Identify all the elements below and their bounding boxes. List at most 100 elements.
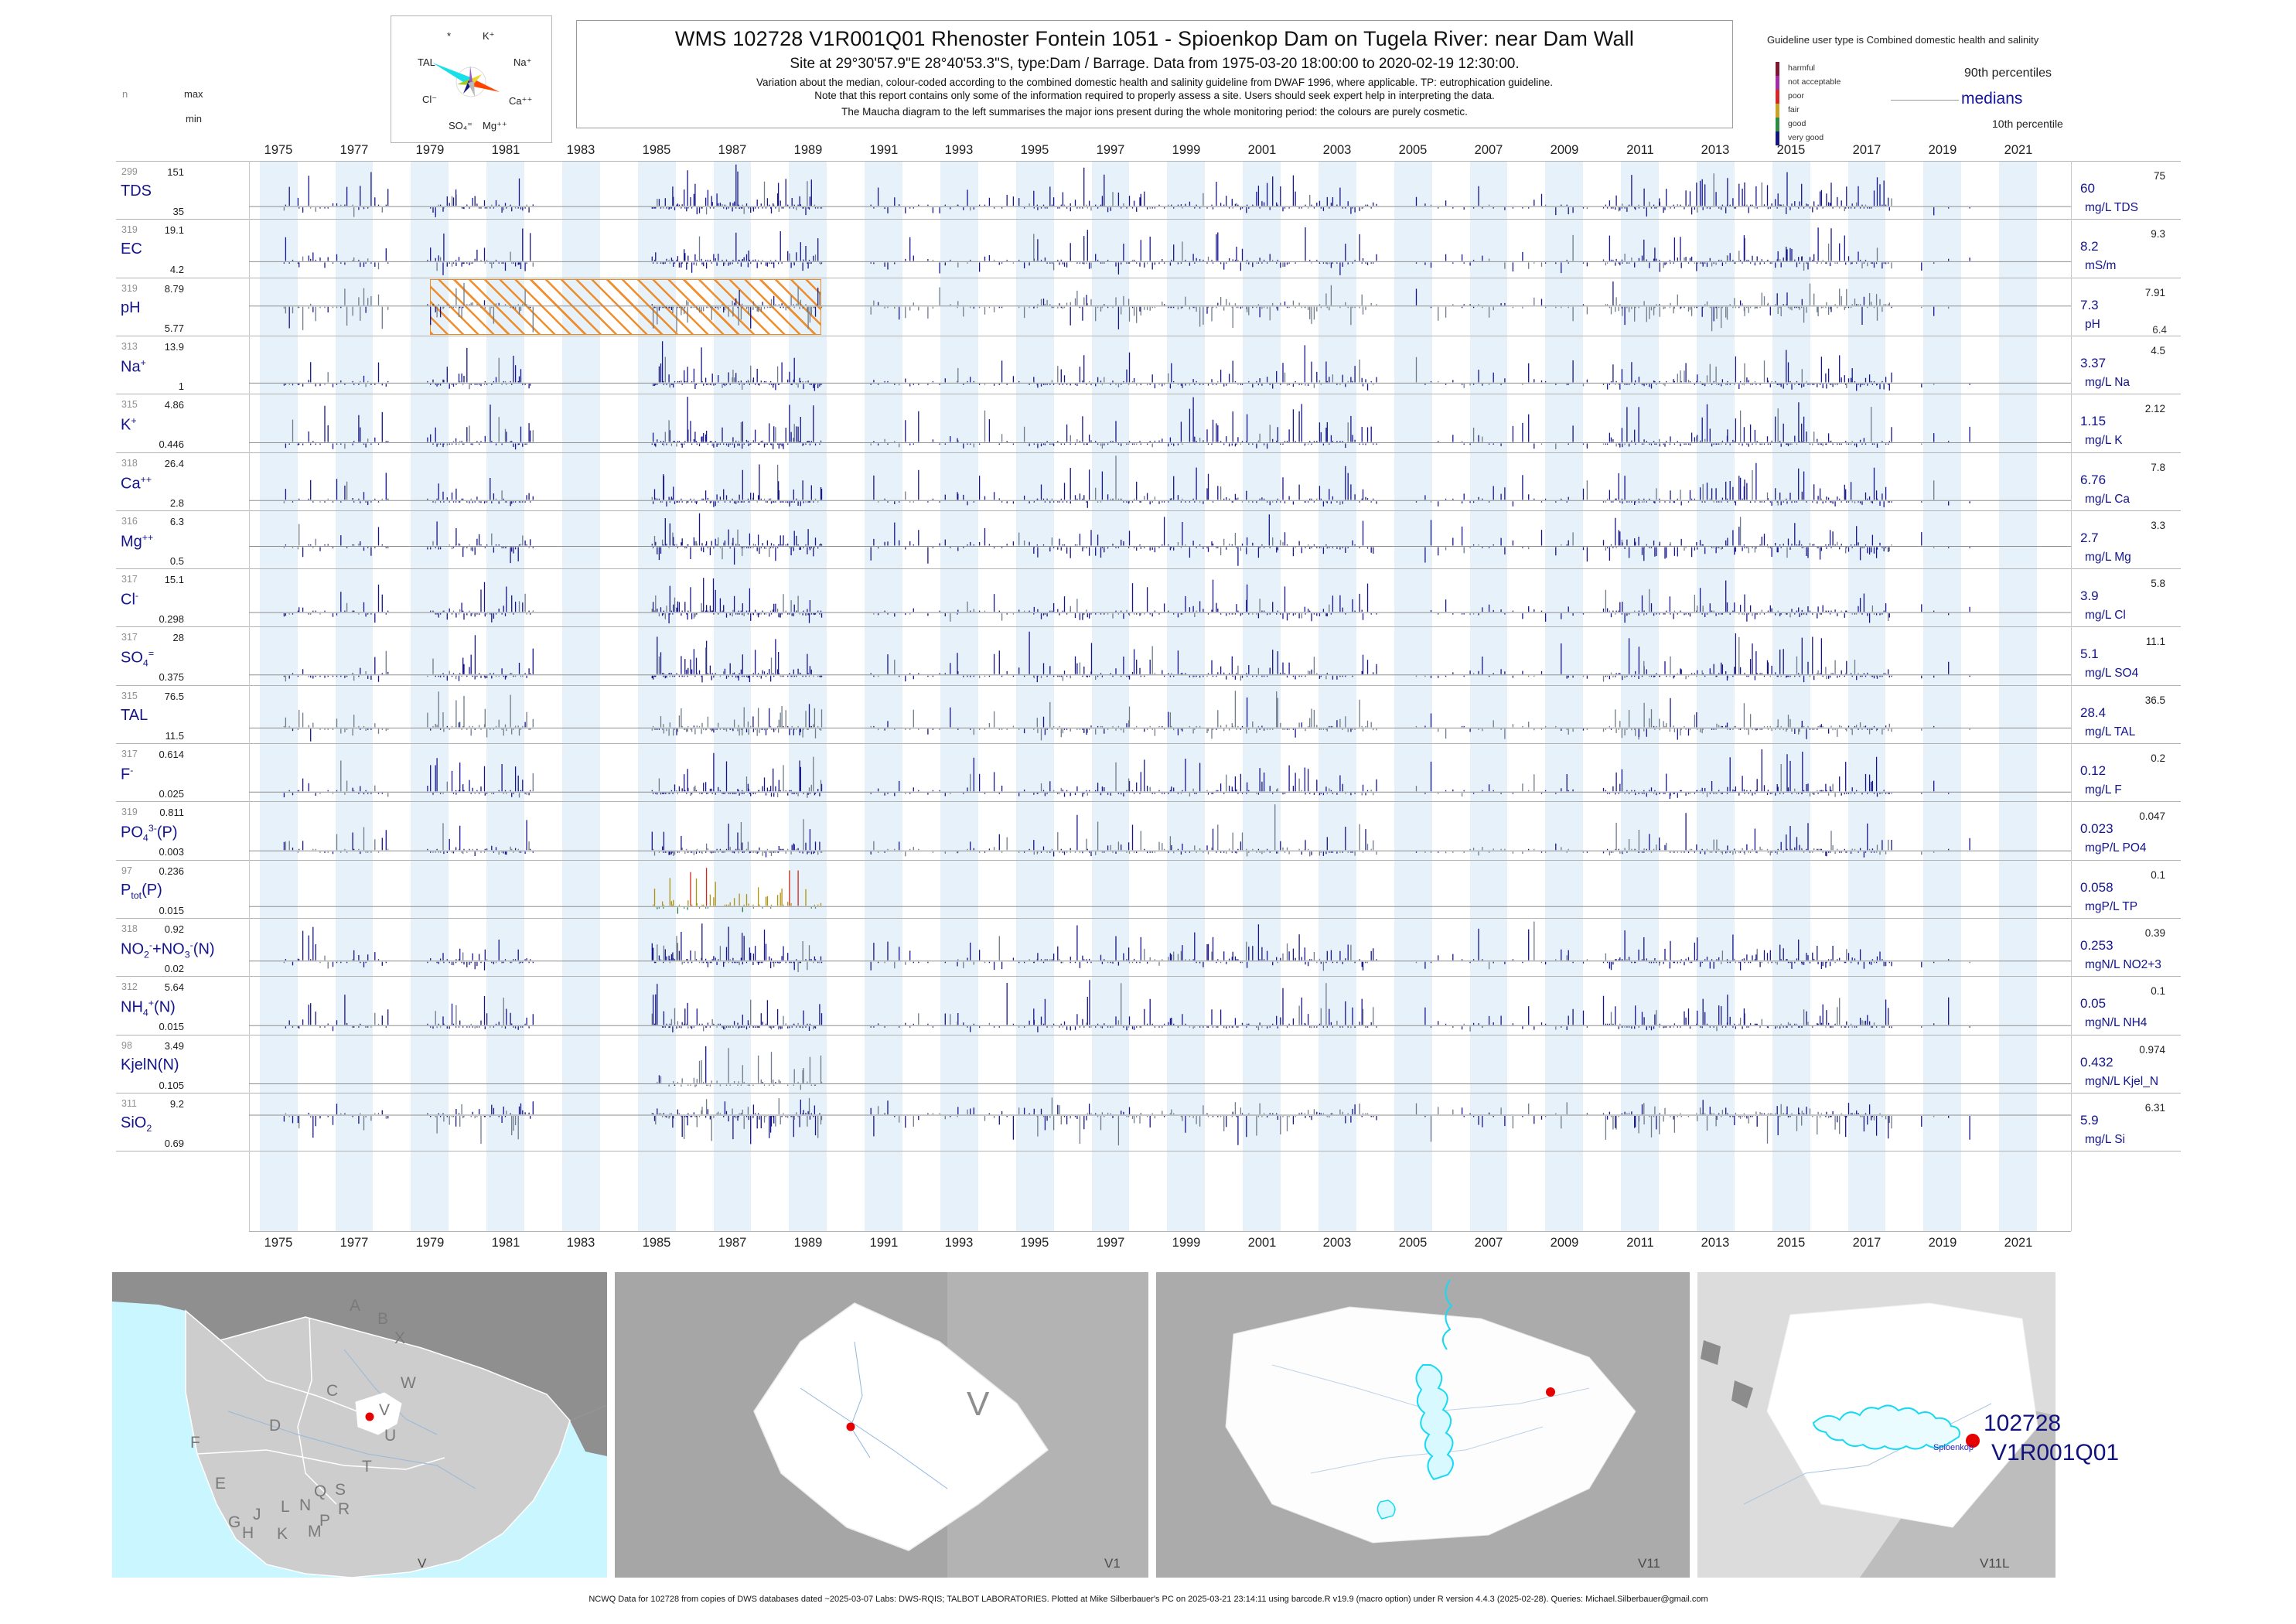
drainage-region-letter: J: [253, 1506, 261, 1523]
note-variation: Variation about the median, colour-coded…: [756, 77, 1554, 88]
row-min-value: 11.5: [165, 730, 184, 742]
row-median-value: 7.3: [2080, 298, 2099, 312]
sample-bars: [292, 697, 1935, 742]
legend-class-label: very good: [1788, 133, 1824, 142]
row-parameter-name: TAL: [121, 707, 148, 724]
sample-bars: [285, 923, 1950, 971]
drainage-region-letter: H: [242, 1524, 254, 1542]
map-catchment-v11: [1156, 1272, 1690, 1578]
year-tick-label: 2007: [1474, 143, 1503, 157]
row-median-value: 0.058: [2080, 880, 2113, 895]
row-90th-percentile: 0.39: [2144, 927, 2165, 939]
maucha-ion-label: K⁺: [483, 30, 495, 42]
legend-90th-label: 90th percentiles: [1964, 67, 2052, 80]
year-tick-label: 1991: [869, 1236, 899, 1250]
sample-bars: [283, 282, 1950, 333]
sample-bars: [285, 462, 1970, 508]
legend-medians-label: medians: [1961, 90, 2023, 107]
row-max-value: 19.1: [164, 224, 184, 236]
page-title: WMS 102728 V1R001Q01 Rhenoster Fontein 1…: [674, 27, 1635, 50]
row-unit-label: mgN/L NO2+3: [2085, 958, 2161, 971]
row-parameter-name: F-: [121, 765, 134, 783]
drainage-region-letter: W: [401, 1374, 416, 1392]
row-90th-percentile: 9.3: [2151, 228, 2165, 240]
row-unit-label: mg/L K: [2085, 434, 2123, 447]
year-tick-label: 1977: [339, 143, 369, 157]
row-max-value: 28: [172, 632, 184, 643]
sample-bars: [283, 455, 1935, 506]
year-tick-label: 1993: [944, 143, 974, 157]
row-unit-label: mg/L SO4: [2085, 667, 2139, 680]
map-south-africa: ABXC WVDUFTE Q SL N RJ PMGH K: [112, 1272, 607, 1578]
row-median-value: 0.253: [2080, 938, 2113, 953]
row-median-value: 28.4: [2080, 705, 2107, 720]
year-tick-label: 1985: [642, 1236, 671, 1250]
site-marker: [365, 1412, 374, 1421]
drainage-region-letter: L: [281, 1498, 290, 1516]
row-min-value: 0.69: [164, 1138, 184, 1149]
year-tick-label: 2005: [1398, 143, 1428, 157]
drainage-region-letter: G: [228, 1513, 241, 1531]
year-tick-label: 2001: [1247, 143, 1277, 157]
year-tick-label: 2021: [2004, 1236, 2033, 1250]
row-max-value: 5.64: [164, 981, 184, 993]
row-min-value: 35: [172, 206, 184, 217]
legend-class-label: not acceptable: [1788, 77, 1841, 87]
site-subtitle: Site at 29°30'57.9"E 28°40'53.3"S, type:…: [790, 56, 1520, 72]
row-max-value: 3.49: [164, 1040, 184, 1052]
report-sheet: * K⁺ TAL Na⁺ Cl⁻ Ca⁺⁺ SO₄⁼ Mg⁺⁺ WMS 102728 V1R0…: [0, 0, 2296, 1624]
drainage-region-letter: N: [299, 1496, 311, 1514]
drainage-region-letter: E: [215, 1475, 226, 1493]
drainage-region-letter: B: [377, 1310, 388, 1328]
sample-bars: [283, 1099, 1970, 1145]
row-min-value: 0.5: [169, 555, 184, 567]
map2-region-label: V1: [1104, 1556, 1121, 1571]
row-max-value: 76.5: [164, 691, 184, 702]
row-median-value: 5.9: [2080, 1113, 2099, 1128]
year-tick-label: 2003: [1322, 1236, 1352, 1250]
row-90th-percentile: 7.91: [2144, 287, 2165, 299]
row-min-value: 0.298: [159, 613, 184, 625]
row-90th-percentile: 0.1: [2151, 869, 2165, 881]
station-number-label: 102728: [1984, 1411, 2062, 1436]
row-max-value: 4.86: [164, 399, 184, 411]
drainage-region-letter: S: [335, 1481, 346, 1499]
year-tick-label: 1999: [1172, 143, 1201, 157]
row-median-value: 3.9: [2080, 589, 2099, 603]
year-tick-label: 2001: [1247, 1236, 1277, 1250]
station-code-label: V1R001Q01: [1991, 1440, 2120, 1465]
site-marker: [846, 1422, 855, 1431]
row-min-value: 0.015: [159, 905, 184, 916]
year-tick-label: 1997: [1096, 1236, 1125, 1250]
drainage-region-letter: Q: [314, 1482, 326, 1500]
row-median-value: 8.2: [2080, 239, 2099, 254]
legend-class-label: good: [1788, 119, 1806, 128]
row-90th-percentile: 0.2: [2151, 752, 2165, 764]
row-max-value: 13.9: [164, 341, 184, 353]
row-min-value: 0.105: [159, 1080, 184, 1091]
row-unit-label: mS/m: [2085, 259, 2117, 272]
row-parameter-name: SO4=: [121, 648, 155, 669]
row-unit-label: mgN/L NH4: [2085, 1016, 2148, 1029]
year-tick-label: 2009: [1550, 143, 1579, 157]
year-tick-label: 1981: [491, 143, 520, 157]
note-maucha: The Maucha diagram to the left summarise…: [841, 106, 1468, 118]
svg-text:V: V: [967, 1385, 990, 1423]
sample-bars: [283, 691, 1970, 741]
sample-bars: [285, 980, 1970, 1032]
plot-right-edge: [2071, 161, 2072, 1231]
row-median-value: 60: [2080, 181, 2095, 196]
year-tick-label: 1989: [793, 143, 823, 157]
row-median-value: 6.76: [2080, 473, 2107, 487]
row-min-value: 4.2: [169, 264, 184, 275]
row-90th-percentile: 75: [2153, 170, 2165, 182]
row-min-value: 0.015: [159, 1021, 184, 1032]
sample-bars: [652, 878, 822, 906]
year-tick-label: 2003: [1322, 143, 1352, 157]
sample-bars: [288, 281, 1935, 329]
row-min-value: 0.446: [159, 438, 184, 450]
legend-10th-label: 10th percentile: [1992, 118, 2063, 130]
row-max-value: 9.2: [169, 1098, 184, 1110]
year-tick-label: 1975: [264, 1236, 293, 1250]
row-90th-percentile: 0.1: [2151, 985, 2165, 997]
